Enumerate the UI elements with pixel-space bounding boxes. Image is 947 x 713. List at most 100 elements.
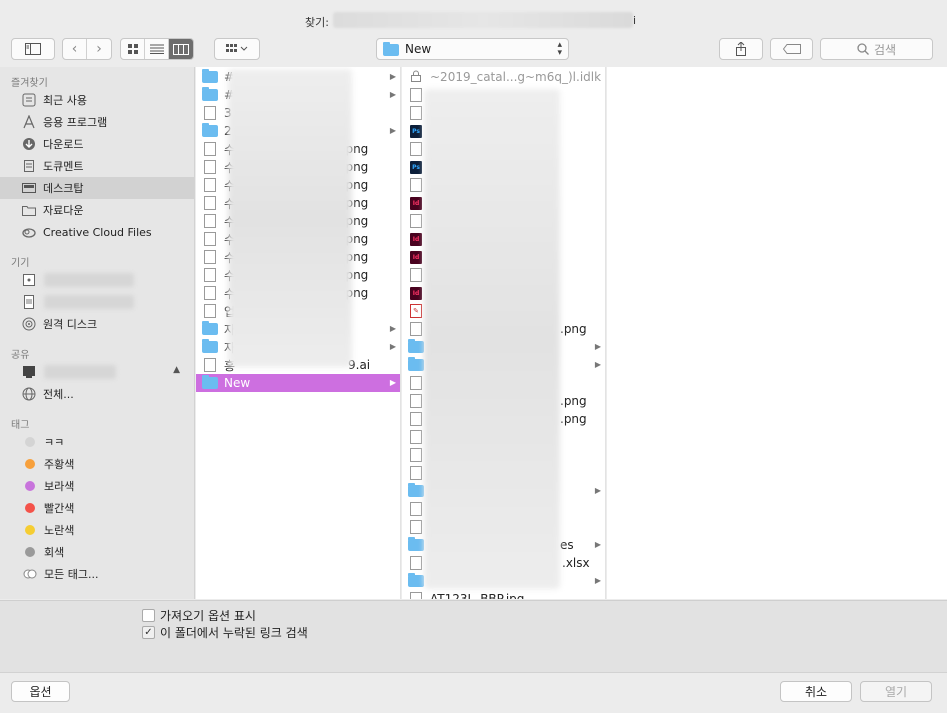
disclosure-arrow-icon: ▶ bbox=[594, 540, 601, 549]
shared-item[interactable]: 전체... bbox=[0, 383, 194, 405]
favorites-item[interactable]: 데스크탑 bbox=[0, 177, 194, 199]
favorites-item[interactable]: 최근 사용 bbox=[0, 89, 194, 111]
disclosure-arrow-icon: ▶ bbox=[389, 72, 396, 81]
sidebar-toggle-button[interactable] bbox=[11, 38, 55, 60]
file-icon bbox=[410, 502, 422, 516]
tag-item[interactable]: 노란색 bbox=[0, 519, 194, 541]
chevron-left-icon: ‹ bbox=[71, 41, 78, 57]
row-icon-wrap bbox=[202, 339, 218, 354]
icon-view-button[interactable] bbox=[121, 39, 145, 59]
file-icon bbox=[410, 394, 422, 408]
column-1[interactable]: #▶#▶32▶수7.png수6.png수0.png수1.png수0.png수2.… bbox=[196, 67, 401, 599]
file-name: .png bbox=[560, 394, 587, 408]
options-panel: 가져오기 옵션 표시 ✓ 이 폴더에서 누락된 링크 검색 bbox=[0, 600, 947, 672]
file-row[interactable]: AT123L_BBP.jpg bbox=[402, 590, 605, 599]
file-row[interactable]: ~2019_catal...g~m6q_)l.idlk bbox=[402, 68, 605, 86]
favorites-item[interactable]: 응용 프로그램 bbox=[0, 111, 194, 133]
row-icon-wrap bbox=[408, 537, 424, 552]
folder-icon bbox=[408, 573, 424, 587]
column-3[interactable] bbox=[607, 67, 947, 599]
chevron-right-icon: › bbox=[96, 41, 102, 57]
file-name: .png bbox=[560, 412, 587, 426]
column-2[interactable]: ~2019_catal...g~m6q_)l.idlk Ps Ps Id Id Id Id ✎… bbox=[402, 67, 606, 599]
window-title: 찾기: bbox=[305, 16, 329, 29]
disclosure-arrow-icon: ▶ bbox=[594, 342, 601, 351]
shared-item[interactable]: ▲ bbox=[0, 361, 194, 383]
photoshop-file-icon: Ps bbox=[410, 160, 422, 174]
window-title-suffix: i bbox=[633, 14, 637, 27]
file-icon bbox=[410, 106, 422, 120]
favorites-item[interactable]: 다운로드 bbox=[0, 133, 194, 155]
column-view-button[interactable] bbox=[169, 39, 193, 59]
file-icon bbox=[204, 178, 216, 192]
group-by-button[interactable] bbox=[214, 38, 260, 60]
tag-item[interactable]: 주황색 bbox=[0, 453, 194, 475]
row-icon-wrap bbox=[408, 376, 424, 390]
indesign-file-icon: Id bbox=[410, 286, 422, 300]
pdf-file-icon: ✎ bbox=[410, 304, 422, 318]
favorites-item-label: 도큐멘트 bbox=[43, 160, 84, 173]
file-row[interactable]: New ▶ bbox=[196, 374, 400, 392]
tag-item[interactable]: ㅋㅋ bbox=[0, 431, 194, 453]
list-view-button[interactable] bbox=[145, 39, 169, 59]
forward-button[interactable]: › bbox=[87, 39, 111, 59]
folder-icon bbox=[202, 339, 218, 353]
file-icon bbox=[410, 322, 422, 336]
back-button[interactable]: ‹ bbox=[63, 39, 87, 59]
file-icon bbox=[204, 196, 216, 210]
favorites-item-label: 응용 프로그램 bbox=[43, 116, 108, 129]
devices-item[interactable] bbox=[0, 269, 194, 291]
row-icon-wrap bbox=[202, 375, 218, 390]
file-icon bbox=[410, 448, 422, 462]
favorites-item[interactable]: 도큐멘트 bbox=[0, 155, 194, 177]
search-placeholder: 검색 bbox=[873, 42, 897, 57]
options-button[interactable]: 옵션 bbox=[11, 681, 70, 702]
row-icon-wrap bbox=[408, 142, 424, 156]
indesign-file-icon: Id bbox=[410, 250, 422, 264]
disclosure-arrow-icon: ▶ bbox=[389, 324, 396, 333]
file-icon bbox=[204, 214, 216, 228]
devices-item-label: 원격 디스크 bbox=[43, 318, 98, 331]
row-icon-wrap: Ps bbox=[408, 160, 424, 174]
row-icon-wrap bbox=[408, 88, 424, 102]
creative-cloud-icon bbox=[21, 224, 37, 240]
show-import-options-checkbox[interactable]: 가져오기 옵션 표시 bbox=[142, 607, 256, 624]
file-icon bbox=[410, 142, 422, 156]
remote-disc-icon bbox=[21, 316, 37, 332]
grid-menu-icon bbox=[226, 44, 248, 52]
eject-icon[interactable]: ▲ bbox=[173, 365, 180, 375]
network-icon bbox=[21, 386, 37, 402]
row-icon-wrap bbox=[202, 142, 218, 156]
tag-item[interactable]: 보라색 bbox=[0, 475, 194, 497]
favorites-item[interactable]: 자료다운 bbox=[0, 199, 194, 221]
file-icon bbox=[204, 232, 216, 246]
open-button[interactable]: 열기 bbox=[860, 681, 932, 702]
row-icon-wrap bbox=[202, 214, 218, 228]
file-icon bbox=[204, 304, 216, 318]
tag-item[interactable]: 빨간색 bbox=[0, 497, 194, 519]
computer-icon bbox=[21, 364, 37, 380]
tag-button[interactable] bbox=[770, 38, 813, 60]
row-icon-wrap: Id bbox=[408, 286, 424, 300]
applications-icon bbox=[21, 114, 37, 130]
folder-icon bbox=[21, 202, 37, 218]
cancel-button[interactable]: 취소 bbox=[780, 681, 852, 702]
path-popup-button[interactable]: New ▴ ▾ bbox=[376, 38, 569, 60]
search-missing-links-checkbox[interactable]: ✓ 이 폴더에서 누락된 링크 검색 bbox=[142, 624, 308, 641]
tag-item[interactable]: 회색 bbox=[0, 541, 194, 563]
devices-item[interactable] bbox=[0, 291, 194, 313]
file-icon bbox=[204, 358, 216, 372]
share-button[interactable] bbox=[719, 38, 763, 60]
favorites-item[interactable]: Creative Cloud Files bbox=[0, 221, 194, 243]
tag-label: 주황색 bbox=[44, 458, 75, 471]
tag-label: 보라색 bbox=[44, 480, 75, 493]
redacted-label bbox=[44, 273, 134, 287]
tag-item[interactable]: 모든 태그... bbox=[0, 563, 194, 585]
folder-icon bbox=[202, 375, 218, 389]
clock-icon bbox=[21, 92, 37, 108]
shared-item-label: 전체... bbox=[43, 388, 74, 401]
devices-item[interactable]: 원격 디스크 bbox=[0, 313, 194, 335]
file-name: .png bbox=[560, 322, 587, 336]
search-field[interactable]: 검색 bbox=[820, 38, 933, 60]
documents-icon bbox=[21, 158, 37, 174]
